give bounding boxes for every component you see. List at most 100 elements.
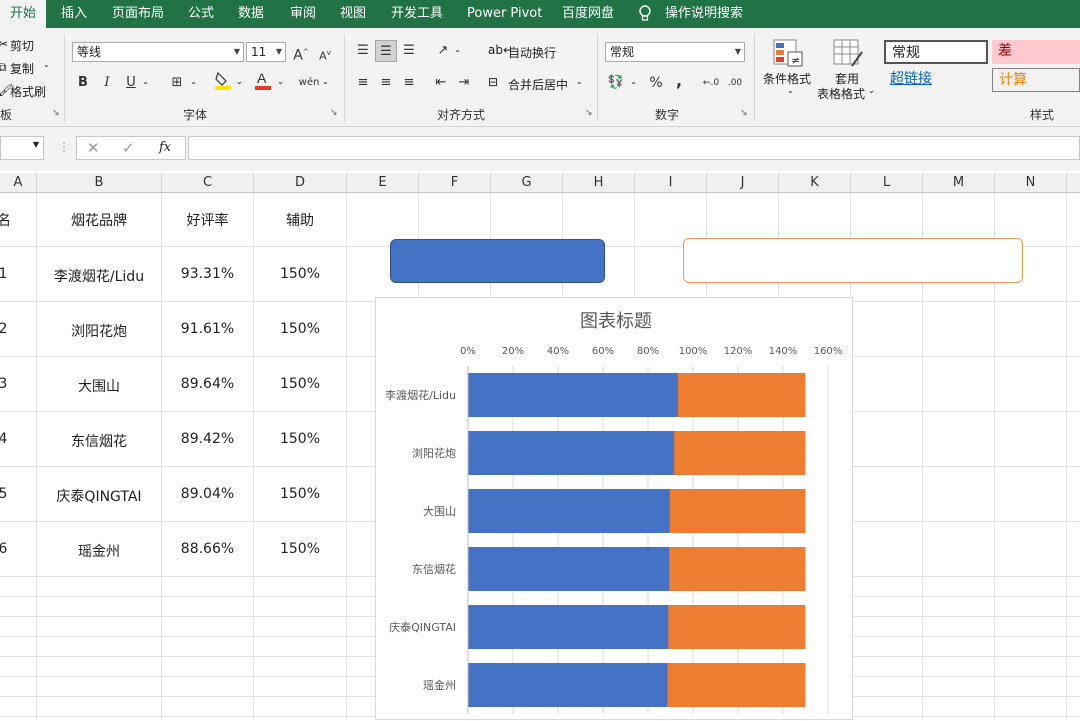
shrink-font-button[interactable]: Av — [314, 42, 336, 64]
column-header-f[interactable]: F — [419, 173, 491, 192]
blue-rounded-rectangle-shape[interactable] — [390, 239, 605, 283]
font-color-icon[interactable]: A — [252, 70, 274, 92]
insert-function-button[interactable]: fx — [159, 140, 171, 155]
column-header-c[interactable]: C — [162, 173, 254, 192]
header-rate[interactable]: 好评率 — [162, 210, 253, 230]
tab-power-pivot[interactable]: Power Pivot — [467, 0, 542, 28]
cell-rate[interactable]: 93.31% — [162, 266, 253, 282]
chevron-down-icon[interactable]: ⌄ — [576, 77, 583, 86]
orientation-icon[interactable]: ↗ — [432, 40, 454, 62]
tab-home[interactable]: 开始 — [0, 0, 46, 28]
tell-me-search[interactable]: 操作说明搜索 — [665, 0, 743, 28]
column-header-i[interactable]: I — [635, 173, 707, 192]
style-calculation[interactable]: 计算 — [992, 68, 1080, 92]
cell-aux[interactable]: 150% — [254, 376, 346, 392]
column-header-e[interactable]: E — [347, 173, 419, 192]
cell-rate[interactable]: 89.42% — [162, 431, 253, 447]
chevron-down-icon[interactable]: ⌄ — [454, 45, 461, 54]
clipboard-launcher-icon[interactable]: ↘ — [52, 108, 60, 118]
tab-view[interactable]: 视图 — [340, 0, 366, 28]
chevron-down-icon[interactable]: ⌄ — [190, 77, 197, 86]
align-left-icon[interactable]: ≡ — [352, 72, 374, 94]
cell-rate[interactable]: 89.04% — [162, 486, 253, 502]
cell-aux[interactable]: 150% — [254, 321, 346, 337]
cell-brand[interactable]: 浏阳花炮 — [37, 321, 161, 341]
italic-button[interactable]: I — [96, 72, 118, 94]
copy-dropdown-icon[interactable]: ⌄ — [43, 60, 50, 69]
number-format-select[interactable]: 常规 ▼ — [605, 42, 745, 62]
font-size-select[interactable]: 11 ▼ — [246, 42, 286, 62]
align-top-icon[interactable]: ☰ — [352, 40, 374, 62]
cell-brand[interactable]: 庆泰QINGTAI — [37, 486, 161, 506]
border-icon[interactable]: ⊞ — [166, 72, 188, 94]
formula-bar-splitter[interactable]: ⋮ — [58, 140, 70, 154]
bar-chart[interactable]: 图表标题 0% 20% 40% 60% 80% 100% 120% 140% 160% 李渡烟花/… — [375, 297, 853, 720]
tab-baidu-netdisk[interactable]: 百度网盘 — [562, 0, 614, 28]
merge-center-button[interactable]: 合并后居中 — [508, 76, 568, 93]
chevron-down-icon[interactable]: ⌄ — [630, 77, 637, 86]
cell-rate[interactable]: 89.64% — [162, 376, 253, 392]
font-name-select[interactable]: 等线 ▼ — [72, 42, 244, 62]
enter-icon[interactable]: ✓ — [122, 139, 135, 157]
align-right-icon[interactable]: ≡ — [398, 72, 420, 94]
name-box[interactable]: ▼ — [0, 136, 44, 160]
style-bad[interactable]: 差 — [992, 40, 1080, 64]
cell-rank[interactable]: 4 — [0, 431, 8, 447]
formula-input[interactable] — [188, 136, 1080, 160]
currency-icon[interactable]: 💱 — [605, 72, 627, 94]
chevron-down-icon[interactable]: ⌄ — [868, 86, 875, 95]
tab-review[interactable]: 审阅 — [290, 0, 316, 28]
chevron-down-icon[interactable]: ⌄ — [142, 77, 149, 86]
conditional-format-button[interactable]: 条件格式 — [763, 70, 811, 87]
chevron-down-icon[interactable]: ⌄ — [322, 77, 329, 86]
column-header-h[interactable]: H — [563, 173, 635, 192]
column-header-m[interactable]: M — [923, 173, 995, 192]
align-middle-icon[interactable]: ☰ — [375, 40, 397, 62]
decrease-decimal-icon[interactable]: .00 — [724, 72, 746, 94]
style-normal[interactable]: 常规 — [884, 40, 988, 64]
column-header-j[interactable]: J — [707, 173, 779, 192]
cell-rank[interactable]: 3 — [0, 376, 8, 392]
increase-decimal-icon[interactable]: ←.0 — [700, 72, 722, 94]
cell-rank[interactable]: 6 — [0, 541, 8, 557]
fill-color-icon[interactable] — [212, 70, 234, 92]
cell-aux[interactable]: 150% — [254, 541, 346, 557]
chevron-down-icon[interactable]: ⌄ — [236, 77, 243, 86]
cell-rate[interactable]: 88.66% — [162, 541, 253, 557]
copy-button[interactable]: 复制 — [10, 60, 34, 77]
tab-developer[interactable]: 开发工具 — [391, 0, 443, 28]
cell-aux[interactable]: 150% — [254, 266, 346, 282]
phonetic-icon[interactable]: wén — [298, 72, 320, 94]
cell-brand[interactable]: 瑶金州 — [37, 541, 161, 561]
orange-outline-rectangle-shape[interactable] — [683, 238, 1023, 283]
tab-formulas[interactable]: 公式 — [188, 0, 214, 28]
cell-rank[interactable]: 2 — [0, 321, 8, 337]
column-header-g[interactable]: G — [491, 173, 563, 192]
font-launcher-icon[interactable]: ↘ — [330, 108, 338, 118]
cell-brand[interactable]: 李渡烟花/Lidu — [37, 266, 161, 286]
cell-aux[interactable]: 150% — [254, 431, 346, 447]
tab-data[interactable]: 数据 — [238, 0, 264, 28]
align-center-icon[interactable]: ≡ — [375, 72, 397, 94]
comma-style-button[interactable]: , — [668, 70, 690, 92]
header-aux[interactable]: 辅助 — [254, 210, 346, 230]
cell-rank[interactable]: 5 — [0, 486, 8, 502]
column-header-l[interactable]: L — [851, 173, 923, 192]
table-format-button-line2[interactable]: 表格格式 — [817, 85, 865, 102]
cell-aux[interactable]: 150% — [254, 486, 346, 502]
decrease-indent-icon[interactable]: ⇤ — [430, 72, 452, 94]
tab-page-layout[interactable]: 页面布局 — [112, 0, 164, 28]
percent-style-button[interactable]: % — [645, 72, 667, 94]
chevron-down-icon[interactable]: ⌄ — [277, 77, 284, 86]
chart-title[interactable]: 图表标题 — [580, 311, 652, 332]
column-header-a[interactable]: A — [0, 173, 37, 192]
increase-indent-icon[interactable]: ⇥ — [453, 72, 475, 94]
cell-rank[interactable]: 1 — [0, 266, 8, 282]
style-hyperlink[interactable]: 超链接 — [884, 68, 988, 92]
column-header-b[interactable]: B — [37, 173, 162, 192]
column-header-n[interactable]: N — [995, 173, 1067, 192]
cell-brand[interactable]: 大围山 — [37, 376, 161, 396]
bold-button[interactable]: B — [72, 72, 94, 94]
underline-button[interactable]: U — [120, 72, 142, 94]
cell-brand[interactable]: 东信烟花 — [37, 431, 161, 451]
